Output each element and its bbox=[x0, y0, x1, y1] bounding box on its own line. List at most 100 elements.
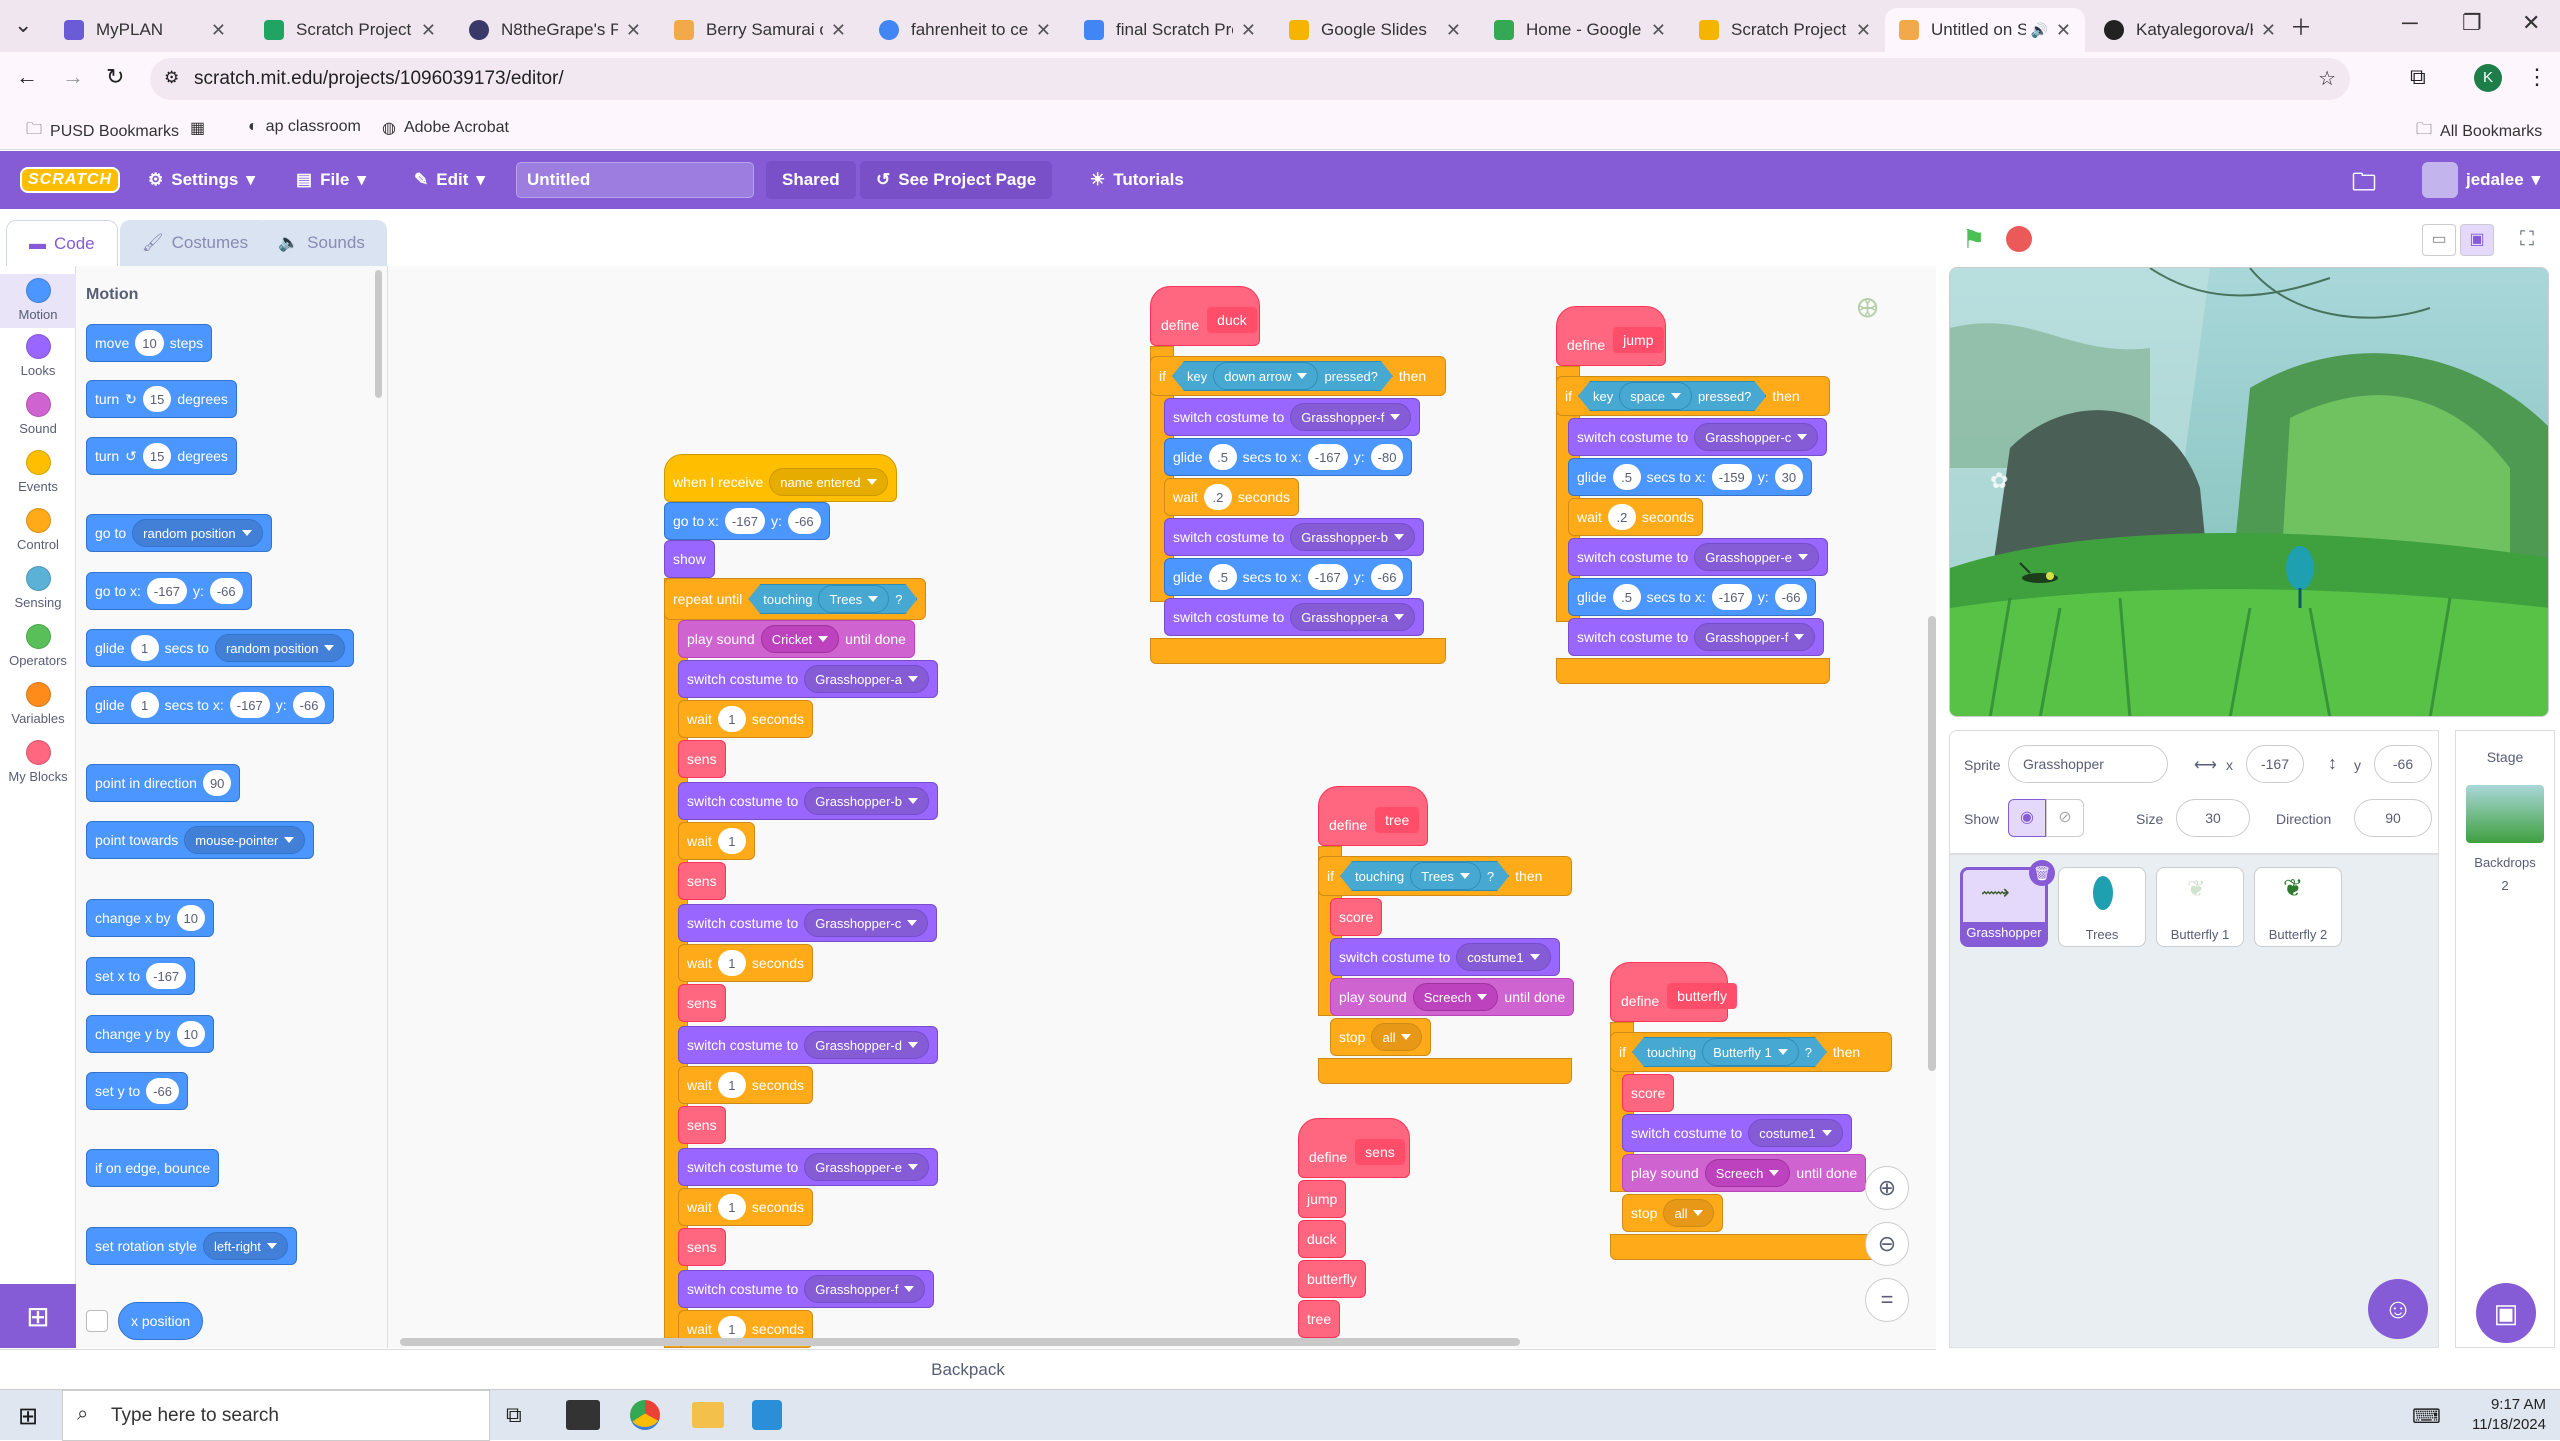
switch-costume-block[interactable]: switch costume to Grasshopper-c bbox=[1568, 418, 1828, 456]
category-events[interactable]: Events bbox=[0, 450, 76, 494]
close-icon[interactable]: ✕ bbox=[1036, 20, 1051, 41]
apps-grid-icon[interactable]: ▦ bbox=[190, 118, 205, 138]
dropdown[interactable]: Grasshopper-e bbox=[804, 1153, 929, 1181]
sprite-tile-grasshopper[interactable]: ⟿ 🗑 Grasshopper bbox=[1960, 860, 2055, 947]
forward-icon[interactable]: → bbox=[62, 64, 84, 90]
browser-tab[interactable]: Katyalegorova/K ✕ bbox=[2090, 8, 2290, 52]
turn-left-block[interactable]: turn ↺ 15 degrees bbox=[86, 437, 237, 475]
dropdown[interactable]: Grasshopper-e bbox=[1694, 543, 1819, 571]
dropdown[interactable]: Grasshopper-f bbox=[804, 1275, 926, 1303]
number-input[interactable]: -66 bbox=[209, 578, 243, 604]
sprite-name-input[interactable]: Grasshopper bbox=[2008, 745, 2168, 783]
category-motion[interactable]: Motion bbox=[0, 274, 76, 328]
number-input[interactable]: -66 bbox=[146, 1078, 179, 1104]
browser-tab[interactable]: MyPLAN ✕ bbox=[50, 8, 240, 52]
define-butterfly-block[interactable]: define butterfly bbox=[1610, 962, 1737, 1022]
number-input[interactable]: -167 bbox=[724, 508, 765, 534]
dropdown[interactable]: Trees bbox=[1410, 862, 1481, 890]
category-control[interactable]: Control bbox=[0, 508, 76, 552]
x-input[interactable]: -167 bbox=[2246, 745, 2304, 783]
dropdown[interactable]: costume1 bbox=[1456, 943, 1551, 971]
add-extension-button[interactable]: ⊞ bbox=[0, 1284, 76, 1348]
dropdown[interactable]: left-right bbox=[202, 1232, 288, 1260]
number-input[interactable]: 30 bbox=[1774, 464, 1804, 490]
browser-tab[interactable]: final Scratch Proj ✕ bbox=[1070, 8, 1270, 52]
dropdown[interactable]: Butterfly 1 bbox=[1702, 1038, 1799, 1066]
number-input[interactable]: .2 bbox=[1607, 504, 1636, 530]
number-input[interactable]: -167 bbox=[1711, 584, 1752, 610]
profile-avatar[interactable]: K bbox=[2474, 64, 2502, 92]
zoom-in-button[interactable]: ⊕ bbox=[1865, 1166, 1909, 1210]
number-input[interactable]: 15 bbox=[142, 386, 172, 412]
zoom-out-button[interactable]: ⊖ bbox=[1865, 1222, 1909, 1266]
wait-block[interactable]: wait 1 seconds bbox=[678, 700, 814, 738]
touching-block[interactable]: touching Butterfly 1? bbox=[1632, 1037, 1827, 1067]
workspace-vertical-scrollbar[interactable] bbox=[1928, 616, 1936, 1071]
glide-xy-block[interactable]: glide .5 secs to x: -159 y: 30 bbox=[1568, 458, 1813, 496]
direction-input[interactable]: 90 bbox=[2354, 799, 2432, 837]
glide-xy-block[interactable]: glide .5 secs to x: -167 y: -66 bbox=[1164, 558, 1413, 596]
dropdown[interactable]: random position bbox=[132, 519, 263, 547]
sens-call-block[interactable]: sens bbox=[678, 1228, 726, 1266]
y-input[interactable]: -66 bbox=[2374, 745, 2432, 783]
turn-right-block[interactable]: turn ↻ 15 degrees bbox=[86, 380, 237, 418]
key-pressed-block[interactable]: key space pressed? bbox=[1578, 381, 1766, 411]
edit-menu[interactable]: ✎ Edit ▾ bbox=[414, 151, 485, 209]
wait-block[interactable]: wait 1 seconds bbox=[678, 944, 814, 982]
add-backdrop-button[interactable]: ▣ bbox=[2476, 1283, 2536, 1343]
my-stuff-folder-icon[interactable]: 🗀 bbox=[2352, 165, 2376, 206]
script-workspace[interactable]: when I receive name entered go to x: -167 y… bbox=[388, 266, 1936, 1348]
site-info-icon[interactable]: ⚙ bbox=[164, 68, 179, 88]
butterfly-call-block[interactable]: butterfly bbox=[1298, 1260, 1366, 1298]
switch-costume-block[interactable]: switch costume to costume1 bbox=[1622, 1114, 1852, 1152]
new-tab-icon[interactable]: ＋ bbox=[2290, 10, 2312, 42]
account-menu[interactable]: jedalee ▾ bbox=[2422, 151, 2540, 209]
wait-block[interactable]: wait .2 seconds bbox=[1164, 478, 1300, 516]
category-sensing[interactable]: Sensing bbox=[0, 566, 76, 610]
tab-costumes[interactable]: 🖌 Costumes bbox=[120, 220, 271, 266]
delete-sprite-icon[interactable]: 🗑 bbox=[2029, 860, 2055, 886]
menu-dots-icon[interactable]: ⋮ bbox=[2526, 64, 2548, 90]
large-stage-icon[interactable]: ▣ bbox=[2460, 224, 2494, 256]
dropdown[interactable]: mouse-pointer bbox=[184, 826, 306, 854]
dropdown[interactable]: all bbox=[1663, 1199, 1715, 1227]
define-tree-block[interactable]: define tree bbox=[1318, 786, 1428, 846]
file-explorer-icon[interactable] bbox=[692, 1402, 724, 1428]
number-input[interactable]: .5 bbox=[1612, 584, 1641, 610]
number-input[interactable]: 1 bbox=[717, 706, 746, 732]
switch-costume-block[interactable]: switch costume to Grasshopper-a bbox=[678, 660, 938, 698]
number-input[interactable]: -167 bbox=[146, 963, 187, 989]
dropdown[interactable]: Grasshopper-a bbox=[1290, 603, 1415, 631]
close-icon[interactable]: ✕ bbox=[421, 20, 436, 41]
small-stage-icon[interactable]: ▭ bbox=[2422, 224, 2456, 256]
wait-block[interactable]: wait .2 seconds bbox=[1568, 498, 1704, 536]
touching-block[interactable]: touching Trees? bbox=[748, 584, 917, 614]
dropdown[interactable]: Grasshopper-c bbox=[804, 909, 929, 937]
number-input[interactable]: .5 bbox=[1208, 444, 1237, 470]
shared-button[interactable]: Shared bbox=[766, 161, 856, 199]
sens-call-block[interactable]: sens bbox=[678, 1106, 726, 1144]
touching-block[interactable]: touching Trees? bbox=[1340, 861, 1509, 891]
number-input[interactable]: -159 bbox=[1711, 464, 1752, 490]
bookmark-ap-classroom[interactable]: ◐ ap classroom bbox=[248, 118, 361, 136]
category-sound[interactable]: Sound bbox=[0, 392, 76, 436]
dropdown[interactable]: random position bbox=[214, 634, 346, 662]
chrome-icon[interactable] bbox=[630, 1400, 660, 1430]
project-title-input[interactable]: Untitled bbox=[516, 162, 754, 198]
number-input[interactable]: 1 bbox=[130, 692, 159, 718]
go-to-block[interactable]: go to random position bbox=[86, 514, 272, 552]
point-direction-block[interactable]: point in direction 90 bbox=[86, 764, 241, 802]
bounce-block[interactable]: if on edge, bounce bbox=[86, 1149, 220, 1187]
backpack[interactable]: Backpack bbox=[0, 1349, 1936, 1389]
scratch-logo[interactable]: SCRATCH bbox=[20, 151, 121, 209]
close-window-icon[interactable]: ✕ bbox=[2522, 10, 2540, 36]
number-input[interactable]: 1 bbox=[130, 635, 159, 661]
number-input[interactable]: .2 bbox=[1203, 484, 1232, 510]
extensions-icon[interactable]: ⧉ bbox=[2410, 64, 2426, 90]
key-pressed-block[interactable]: key down arrow pressed? bbox=[1172, 361, 1393, 391]
jump-call-block[interactable]: jump bbox=[1298, 1180, 1347, 1218]
wait-block[interactable]: wait 1 seconds bbox=[678, 1066, 814, 1104]
dropdown[interactable]: name entered bbox=[769, 468, 888, 496]
number-input[interactable]: 1 bbox=[717, 1194, 746, 1220]
switch-costume-block[interactable]: switch costume to Grasshopper-e bbox=[1568, 538, 1828, 576]
